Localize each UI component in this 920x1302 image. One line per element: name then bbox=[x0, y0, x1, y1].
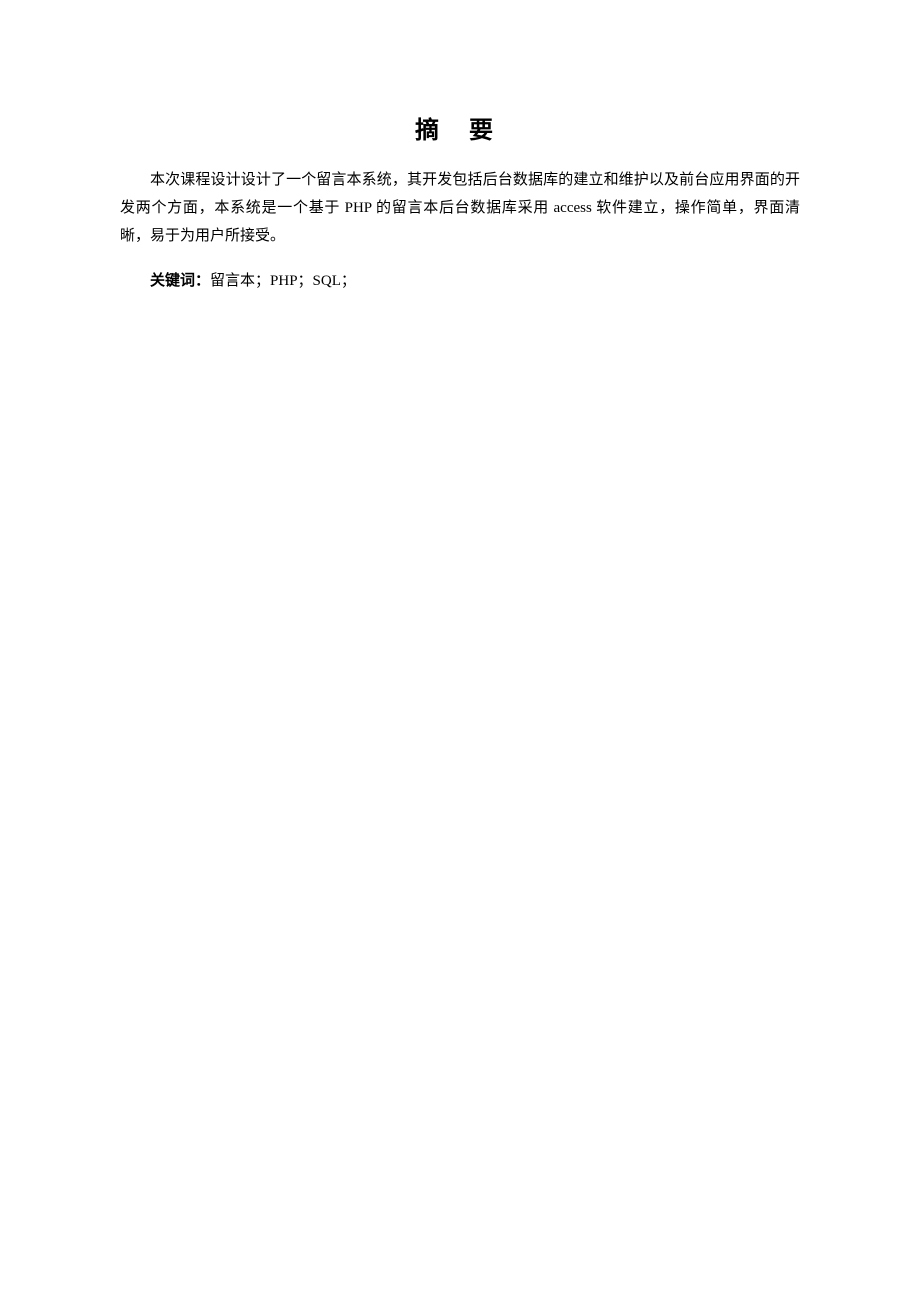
keywords-line: 关键词：留言本；PHP；SQL； bbox=[120, 268, 800, 296]
abstract-title: 摘 要 bbox=[120, 110, 800, 145]
keywords-text: 留言本；PHP；SQL； bbox=[210, 273, 356, 289]
keywords-label: 关键词： bbox=[150, 273, 210, 289]
abstract-paragraph: 本次课程设计设计了一个留言本系统，其开发包括后台数据库的建立和维护以及前台应用界… bbox=[120, 167, 800, 250]
